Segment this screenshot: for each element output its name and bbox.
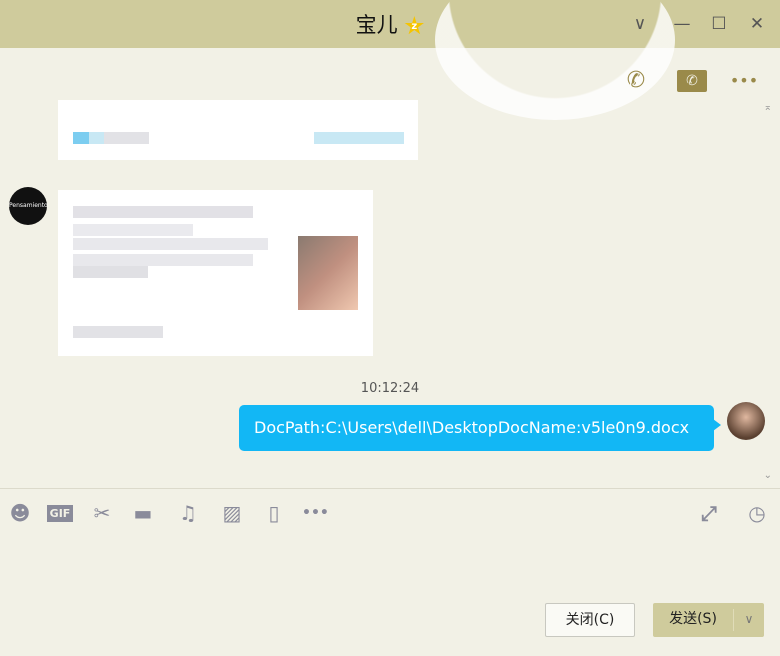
contact-name: 宝儿 [355,13,398,37]
send-button[interactable]: 发送(S) [653,603,733,635]
blurred-message [58,190,373,356]
close-button[interactable]: ✕ [745,12,769,36]
blurred-message [58,100,418,160]
scroll-up-icon[interactable]: ⌅ [764,102,772,113]
maximize-button[interactable]: ☐ [707,12,731,36]
window-title: 宝儿 z [0,9,780,39]
music-icon[interactable]: ♫ [175,500,201,526]
dropdown-button[interactable]: ∨ [628,12,652,36]
emoji-icon[interactable]: ☻ [7,500,33,526]
status-badge-icon: z [404,16,424,35]
more-options-button[interactable]: ••• [729,66,759,96]
more-tools-button[interactable]: ••• [302,500,329,526]
voice-call-icon[interactable]: ✆ [621,66,651,96]
title-bar: 宝儿 z ∨ — ☐ ✕ [0,0,780,48]
shake-icon[interactable]: ▯ [261,500,287,526]
contact-avatar[interactable]: Pensamiento [9,187,48,225]
scroll-down-icon[interactable]: ⌄ [764,470,772,481]
user-avatar[interactable] [727,402,765,440]
history-clock-icon[interactable]: ◷ [744,500,770,526]
message-input[interactable] [0,530,780,595]
video-call-icon[interactable]: ✆ [677,66,707,96]
sent-message-bubble[interactable]: DocPath:C:\Users\dell\DesktopDocName:v5l… [239,405,721,451]
send-button-group: 发送(S) ∨ [653,603,764,637]
expand-icon[interactable]: ⤢ [696,500,722,526]
image-icon[interactable]: ▨ [219,500,245,526]
folder-icon[interactable]: ▬ [130,500,156,526]
send-options-dropdown[interactable]: ∨ [734,603,764,635]
screenshot-scissors-icon[interactable]: ✂ [89,500,115,526]
divider [0,488,780,489]
minimize-button[interactable]: — [670,12,694,36]
close-chat-button[interactable]: 关闭(C) [545,603,635,637]
gif-icon[interactable]: GIF [47,505,73,522]
message-timestamp: 10:12:24 [360,381,420,396]
